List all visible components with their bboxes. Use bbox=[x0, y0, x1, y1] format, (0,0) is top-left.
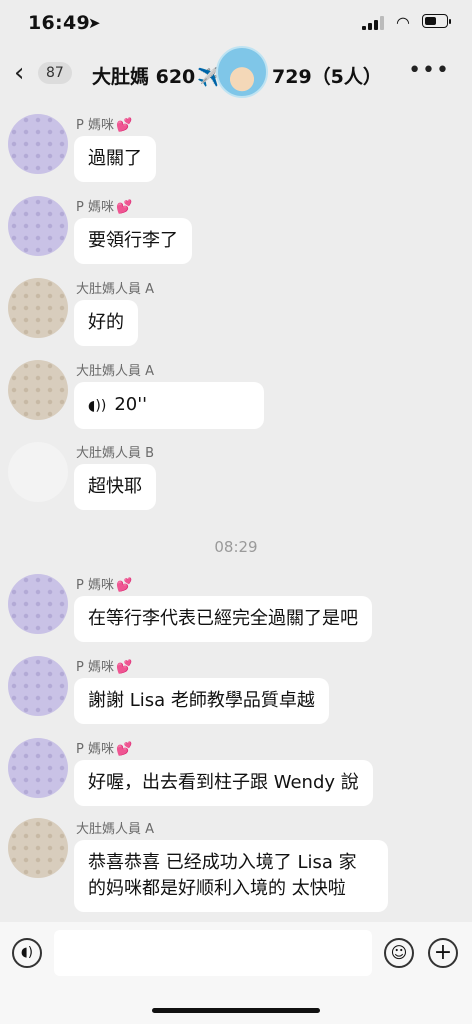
avatar[interactable] bbox=[8, 738, 68, 798]
sender-name: P 媽咪 💕 bbox=[76, 738, 132, 757]
more-icon[interactable]: ••• bbox=[408, 58, 450, 83]
sender-label: P 媽咪 bbox=[76, 200, 114, 215]
battery-icon bbox=[422, 14, 451, 28]
chat-header: ‹ 87 大肚媽 620 ✈️ 729（5人） ••• bbox=[0, 46, 472, 100]
sender-label: 大肚媽人員 B bbox=[76, 446, 155, 461]
voice-play-icon: ◖)) bbox=[88, 398, 107, 414]
sender-label: P 媽咪 bbox=[76, 742, 114, 757]
sender-label: 大肚媽人員 A bbox=[76, 282, 155, 297]
wifi-icon: ◠ bbox=[396, 13, 410, 32]
sender-label: 大肚媽人員 A bbox=[76, 822, 155, 837]
heart-icon: 💕 bbox=[115, 200, 133, 215]
avatar[interactable] bbox=[8, 360, 68, 420]
message-bubble[interactable]: 好的 bbox=[74, 300, 138, 346]
message-bubble[interactable]: 過關了 bbox=[74, 136, 156, 182]
avatar[interactable] bbox=[8, 114, 68, 174]
voice-icon[interactable]: ◖) bbox=[12, 938, 42, 968]
time-divider: 08:29 bbox=[214, 538, 258, 556]
chat-title-part1: 大肚媽 620 bbox=[92, 66, 196, 88]
heart-icon: 💕 bbox=[115, 660, 133, 675]
sender-name: 大肚媽人員 A bbox=[76, 818, 154, 837]
voice-message-bubble[interactable]: ◖)) 20'' bbox=[74, 382, 264, 429]
sender-label: P 媽咪 bbox=[76, 578, 114, 593]
sender-name: 大肚媽人員 A bbox=[76, 278, 154, 297]
avatar[interactable] bbox=[8, 278, 68, 338]
message-bubble[interactable]: 恭喜恭喜 已经成功入境了 Lisa 家的妈咪都是好顺利入境的 太快啦 bbox=[74, 840, 388, 912]
avatar[interactable] bbox=[8, 818, 68, 878]
heart-icon: 💕 bbox=[115, 742, 133, 757]
sender-name: 大肚媽人員 B bbox=[76, 442, 154, 461]
message-bubble[interactable]: 要領行李了 bbox=[74, 218, 192, 264]
group-avatar[interactable] bbox=[216, 46, 268, 98]
sender-name: P 媽咪 💕 bbox=[76, 196, 132, 215]
status-time: 16:49 bbox=[28, 12, 90, 34]
message-bubble[interactable]: 超快耶 bbox=[74, 464, 156, 510]
avatar[interactable] bbox=[8, 196, 68, 256]
unread-count-badge[interactable]: 87 bbox=[38, 62, 72, 84]
status-bar: 16:49 ➤ ◠ bbox=[0, 0, 472, 48]
sender-name: P 媽咪 💕 bbox=[76, 114, 132, 133]
location-arrow-icon: ➤ bbox=[88, 14, 101, 32]
cellular-signal-icon bbox=[362, 16, 384, 30]
avatar[interactable] bbox=[8, 574, 68, 634]
heart-icon: 💕 bbox=[115, 578, 133, 593]
sender-name: 大肚媽人員 A bbox=[76, 360, 154, 379]
avatar[interactable] bbox=[8, 656, 68, 716]
chat-title: 大肚媽 620 ✈️ bbox=[92, 62, 222, 89]
message-bubble[interactable]: 謝謝 Lisa 老師教學品質卓越 bbox=[74, 678, 329, 724]
plus-icon[interactable]: + bbox=[428, 938, 458, 968]
sender-name: P 媽咪 💕 bbox=[76, 656, 132, 675]
voice-duration: 20'' bbox=[114, 394, 148, 415]
sender-name: P 媽咪 💕 bbox=[76, 574, 132, 593]
heart-icon: 💕 bbox=[115, 118, 133, 133]
avatar[interactable] bbox=[8, 442, 68, 502]
sender-label: 大肚媽人員 A bbox=[76, 364, 155, 379]
message-bubble[interactable]: 好喔，出去看到柱子跟 Wendy 說 bbox=[74, 760, 373, 806]
sender-label: P 媽咪 bbox=[76, 660, 114, 675]
message-input[interactable] bbox=[54, 930, 372, 976]
chat-title-part2: 729（5人） bbox=[272, 66, 382, 88]
sender-label: P 媽咪 bbox=[76, 118, 114, 133]
home-indicator bbox=[152, 1008, 320, 1013]
back-chevron-icon[interactable]: ‹ bbox=[14, 60, 24, 86]
message-bubble[interactable]: 在等行李代表已經完全過關了是吧 bbox=[74, 596, 372, 642]
emoji-icon[interactable]: ☺ bbox=[384, 938, 414, 968]
